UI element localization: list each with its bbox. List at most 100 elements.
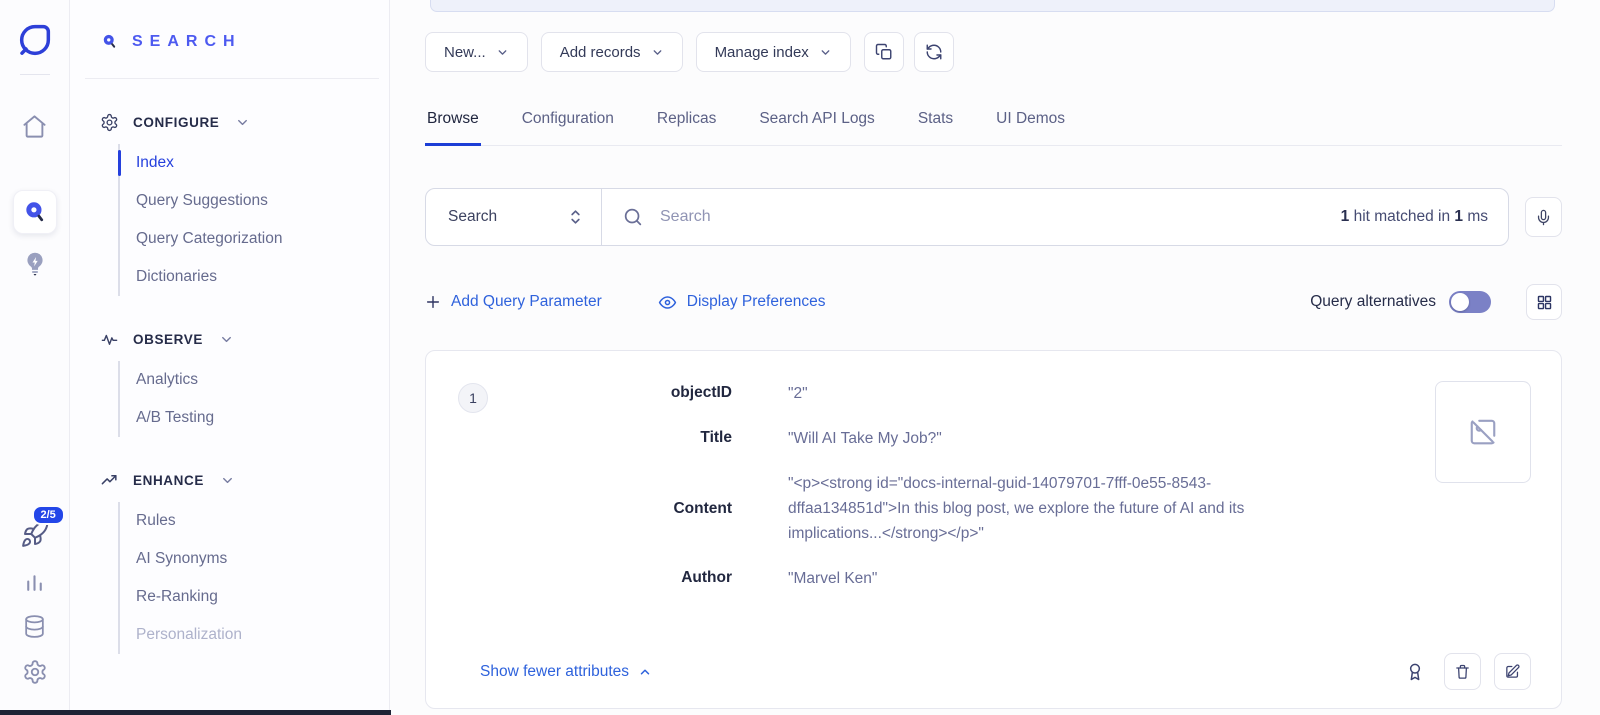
sidebar-divider <box>85 78 379 79</box>
result-card-footer: Show fewer attributes <box>458 653 1531 690</box>
search-product-icon <box>22 199 48 225</box>
sidebar-item-rules[interactable]: Rules <box>120 502 379 540</box>
search-scope-select[interactable]: Search <box>426 189 602 245</box>
field-label: objectID <box>488 381 788 405</box>
manage-index-dropdown-button[interactable]: Manage index <box>696 32 851 72</box>
gear-icon <box>100 113 119 132</box>
algolia-logo[interactable] <box>15 20 55 60</box>
manage-index-label: Manage index <box>715 44 809 61</box>
section-enhance-label: ENHANCE <box>133 473 204 488</box>
chevron-up-icon <box>638 665 652 679</box>
chevron-down-icon <box>220 473 235 488</box>
add-query-parameter-link[interactable]: Add Query Parameter <box>425 293 602 311</box>
tab-configuration[interactable]: Configuration <box>520 102 616 146</box>
copy-icon <box>875 43 893 61</box>
sidebar-item-index[interactable]: Index <box>120 144 379 182</box>
bottom-cutoff-bar <box>0 710 391 715</box>
plus-icon <box>425 294 441 310</box>
section-observe-header[interactable]: OBSERVE <box>100 330 379 349</box>
analytics-bars-icon[interactable] <box>22 569 47 594</box>
section-configure: CONFIGURE Index Query Suggestions Query … <box>100 113 379 296</box>
chevron-down-icon <box>235 115 250 130</box>
field-value: "Will AI Take My Job?" <box>788 426 1333 451</box>
eye-icon <box>658 293 677 312</box>
trash-icon <box>1454 663 1471 680</box>
hit-time: 1 <box>1454 208 1463 225</box>
add-records-label: Add records <box>560 44 641 61</box>
tab-replicas[interactable]: Replicas <box>655 102 718 146</box>
hit-count: 1 <box>1341 208 1350 225</box>
settings-gear-icon[interactable] <box>22 659 48 685</box>
result-rank-badge: 1 <box>458 383 488 413</box>
tab-browse[interactable]: Browse <box>425 102 481 146</box>
activity-pulse-icon <box>100 330 119 349</box>
copy-index-button[interactable] <box>864 32 904 72</box>
section-enhance-header[interactable]: ENHANCE <box>100 471 379 490</box>
recommend-bulb-icon[interactable] <box>22 250 48 278</box>
show-fewer-attributes-link[interactable]: Show fewer attributes <box>480 663 652 681</box>
index-toolbar: New... Add records Manage index <box>425 32 1562 72</box>
index-tabs: Browse Configuration Replicas Search API… <box>425 102 1562 146</box>
query-controls-row: Add Query Parameter Display Preferences … <box>425 284 1562 320</box>
image-placeholder <box>1435 381 1531 483</box>
result-card-top: 1 objectID "2" Title "Will AI Take My Jo… <box>458 381 1531 591</box>
field-row-content: Content "<p><strong id="docs-internal-gu… <box>488 471 1411 546</box>
upgrade-rocket-button[interactable]: 2/5 <box>20 519 50 549</box>
search-scope-value: Search <box>448 208 497 226</box>
sidebar-item-ai-synonyms[interactable]: AI Synonyms <box>120 540 379 578</box>
tab-stats[interactable]: Stats <box>916 102 955 146</box>
home-icon[interactable] <box>21 113 48 140</box>
display-preferences-label: Display Preferences <box>687 293 826 311</box>
product-header: SEARCH <box>100 0 379 52</box>
grid-icon <box>1536 294 1553 311</box>
add-query-parameter-label: Add Query Parameter <box>451 293 602 311</box>
tab-search-api-logs[interactable]: Search API Logs <box>757 102 876 146</box>
field-row-author: Author "Marvel Ken" <box>488 566 1411 591</box>
show-fewer-label: Show fewer attributes <box>480 663 629 681</box>
edit-record-button[interactable] <box>1494 653 1531 690</box>
search-nav-active-tile[interactable] <box>13 190 57 234</box>
query-alternatives-toggle[interactable] <box>1449 291 1491 313</box>
delete-record-button[interactable] <box>1444 653 1481 690</box>
hit-stats: 1 hit matched in 1 ms <box>1341 208 1488 226</box>
display-preferences-link[interactable]: Display Preferences <box>658 293 826 312</box>
section-configure-label: CONFIGURE <box>133 115 219 130</box>
new-dropdown-label: New... <box>444 44 486 61</box>
sidebar-item-analytics[interactable]: Analytics <box>120 361 379 399</box>
image-off-icon <box>1468 417 1498 447</box>
icon-rail: 2/5 <box>0 0 70 715</box>
section-configure-items: Index Query Suggestions Query Categoriza… <box>118 144 379 296</box>
sidebar-item-personalization[interactable]: Personalization <box>120 616 379 654</box>
grid-view-button[interactable] <box>1526 284 1562 320</box>
top-banner-cutoff <box>430 0 1555 12</box>
chevron-down-icon <box>496 46 509 59</box>
rail-divider <box>20 74 50 75</box>
tab-ui-demos[interactable]: UI Demos <box>994 102 1067 146</box>
sidebar-item-query-suggestions[interactable]: Query Suggestions <box>120 182 379 220</box>
sidebar-item-ab-testing[interactable]: A/B Testing <box>120 399 379 437</box>
search-box: Search 1 hit matched in 1 <box>425 188 1509 246</box>
field-value: "2" <box>788 381 1333 406</box>
refresh-button[interactable] <box>914 32 954 72</box>
hit-time-unit: ms <box>1467 208 1488 225</box>
ranking-info-button[interactable] <box>1405 662 1425 682</box>
microphone-icon <box>1535 208 1552 227</box>
field-row-title: Title "Will AI Take My Job?" <box>488 426 1411 451</box>
section-configure-header[interactable]: CONFIGURE <box>100 113 379 132</box>
data-sources-icon[interactable] <box>22 614 47 639</box>
trending-up-icon <box>100 471 119 490</box>
query-area: 1 hit matched in 1 ms <box>602 189 1508 245</box>
chevron-down-icon <box>219 332 234 347</box>
add-records-dropdown-button[interactable]: Add records <box>541 32 683 72</box>
voice-search-button[interactable] <box>1525 197 1562 237</box>
chevron-down-icon <box>651 46 664 59</box>
sidebar: SEARCH CONFIGURE Index Query Suggestions… <box>70 0 390 715</box>
sidebar-item-dictionaries[interactable]: Dictionaries <box>120 258 379 296</box>
main-content: New... Add records Manage index <box>390 0 1600 715</box>
new-dropdown-button[interactable]: New... <box>425 32 528 72</box>
field-value: "<p><strong id="docs-internal-guid-14079… <box>788 471 1333 546</box>
sidebar-item-query-categorization[interactable]: Query Categorization <box>120 220 379 258</box>
search-icon <box>622 206 644 228</box>
sidebar-item-re-ranking[interactable]: Re-Ranking <box>120 578 379 616</box>
search-input[interactable] <box>660 208 1325 226</box>
